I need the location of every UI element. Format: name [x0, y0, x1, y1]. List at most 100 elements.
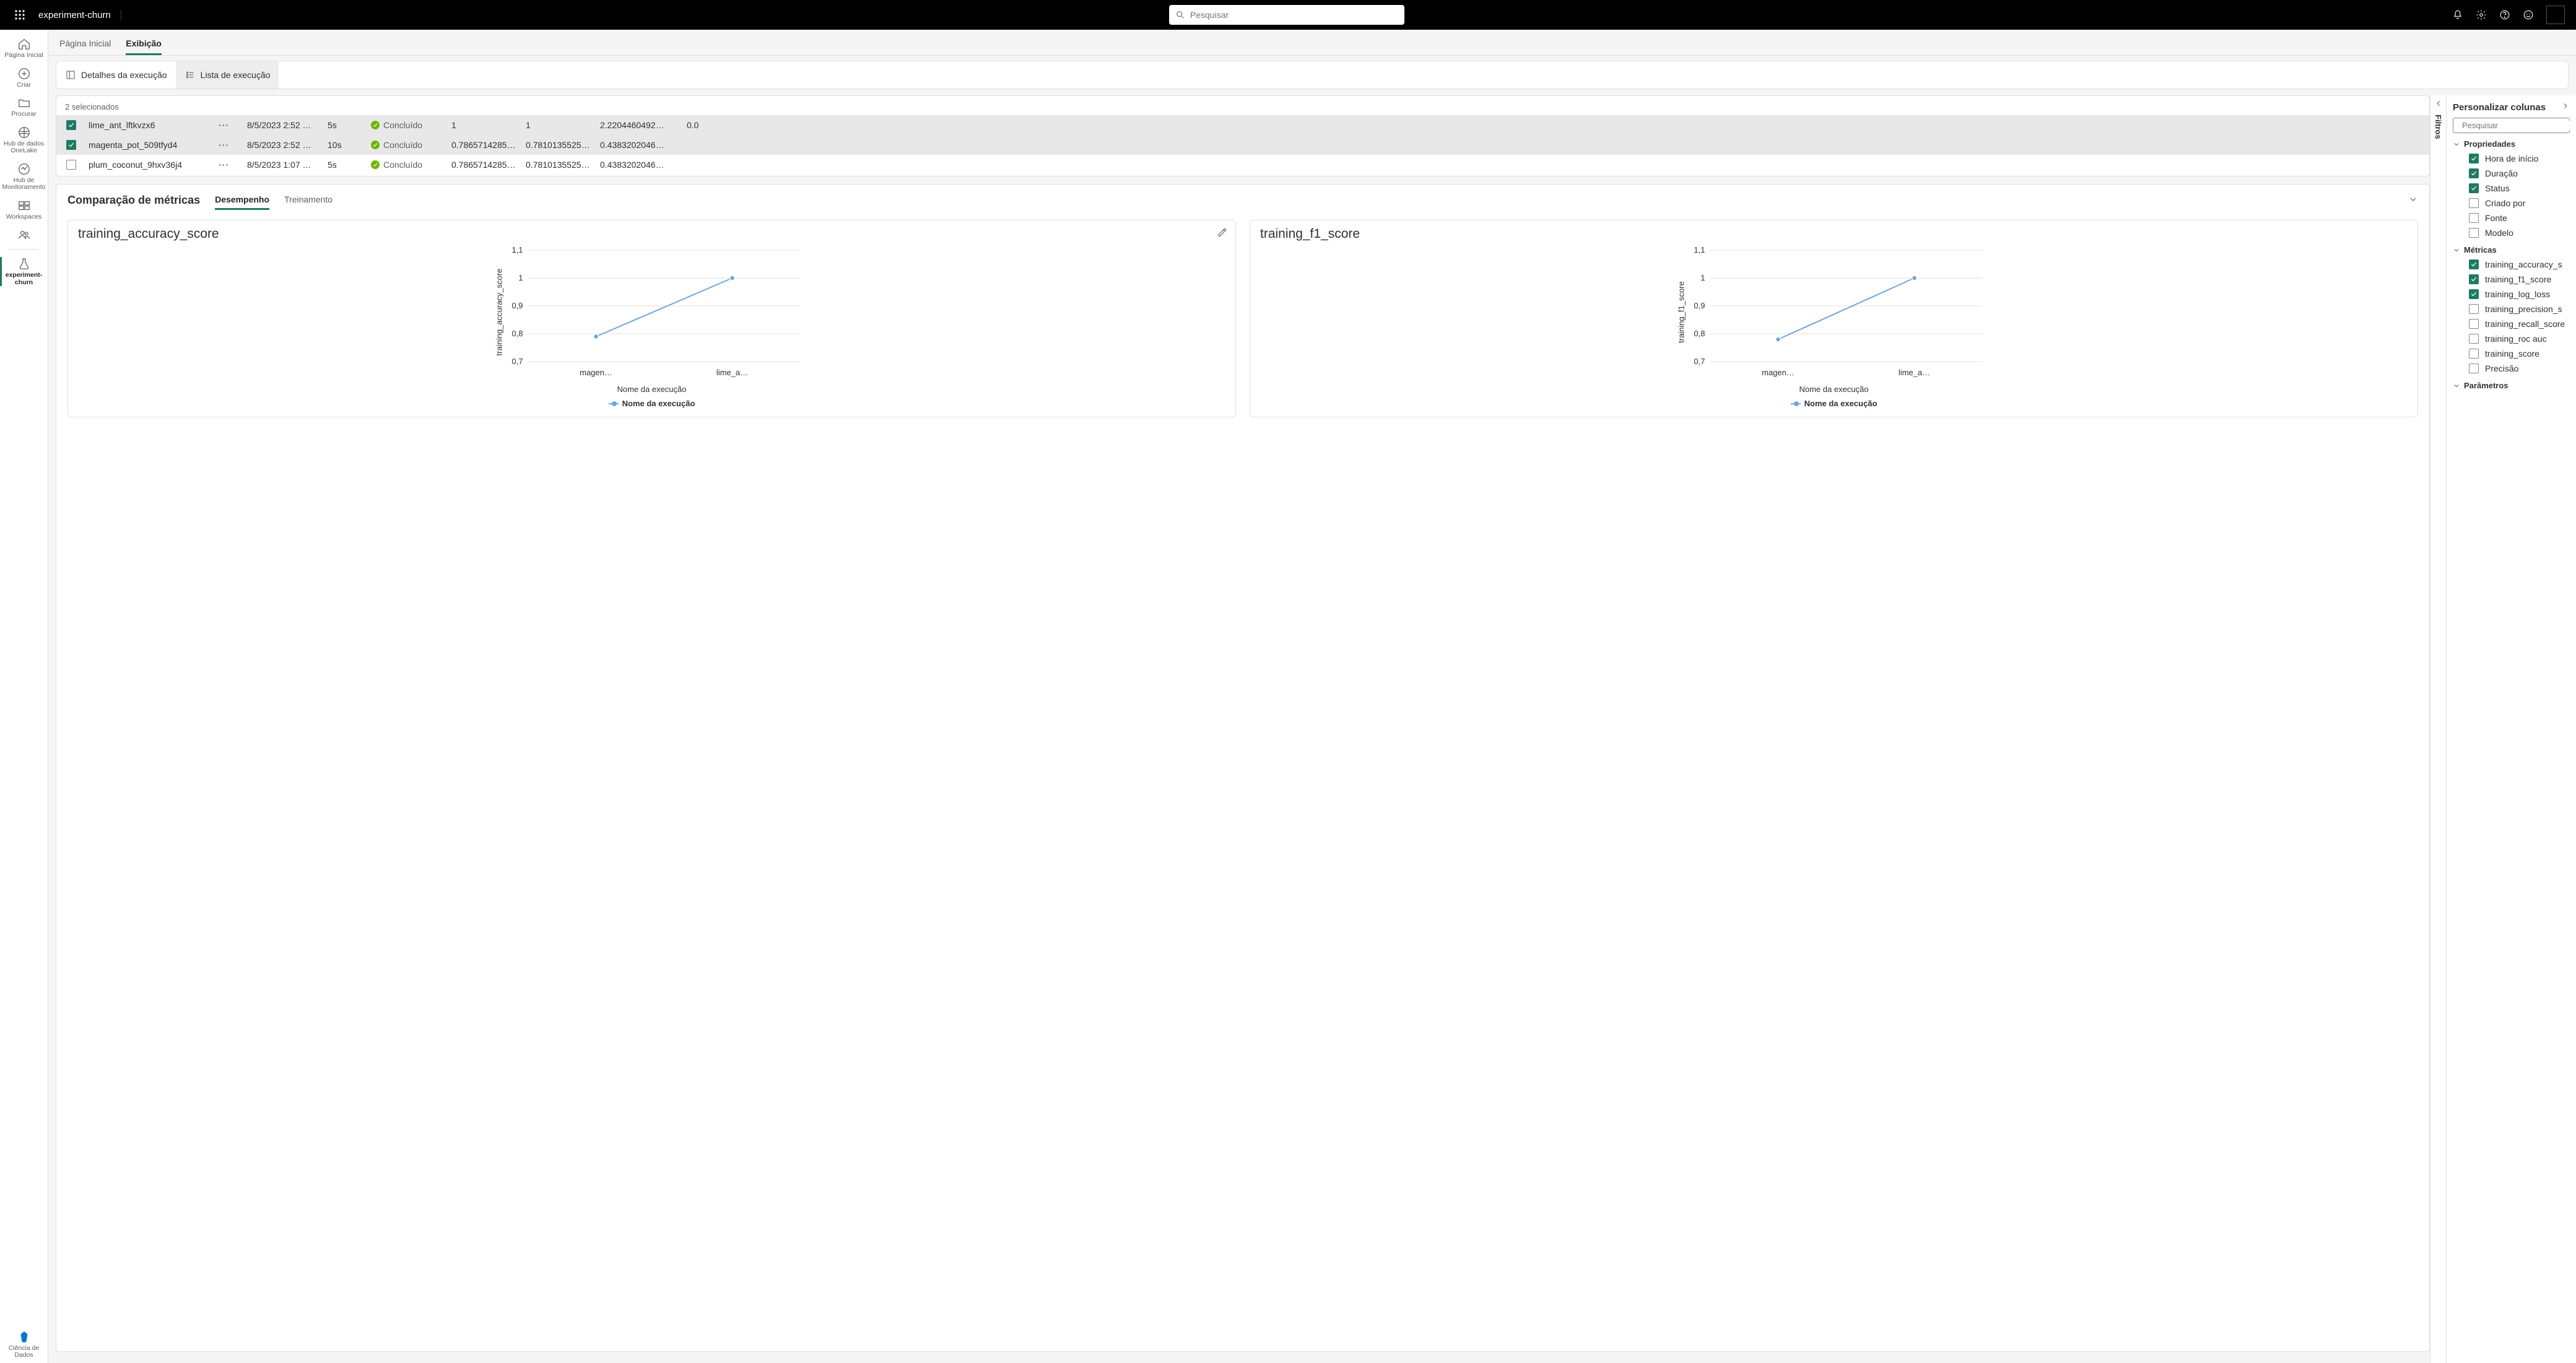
metric-col: 0.4383202046… — [600, 160, 681, 170]
row-checkbox[interactable] — [66, 120, 76, 130]
run-row[interactable]: plum_coconut_9hxv36j4···8/5/2023 1:07 …5… — [56, 155, 2429, 175]
column-checkbox[interactable] — [2469, 259, 2479, 269]
svg-text:lime_a…: lime_a… — [1899, 368, 1930, 377]
nav-monitoring[interactable]: Hub de Monitoramento — [0, 159, 48, 195]
chart-legend: Nome da execução — [78, 399, 1225, 408]
run-time: 8/5/2023 2:52 … — [247, 120, 321, 130]
column-checkbox[interactable] — [2469, 334, 2479, 344]
run-status: Concluído — [371, 120, 445, 130]
view-toolbar: Detalhes da execução Lista de execução — [56, 61, 2569, 89]
column-checkbox[interactable] — [2469, 274, 2479, 284]
column-option[interactable]: Fonte — [2453, 211, 2570, 225]
run-name[interactable]: magenta_pot_509tfyd4 — [89, 140, 212, 150]
metric-col: 2.2204460492… — [600, 120, 681, 130]
run-name[interactable]: plum_coconut_9hxv36j4 — [89, 160, 212, 170]
group-properties[interactable]: Propriedades — [2453, 139, 2570, 149]
nav-home-label: Página Inicial — [4, 52, 43, 59]
column-checkbox[interactable] — [2469, 183, 2479, 193]
tab-home[interactable]: Página Inicial — [59, 33, 111, 55]
column-option[interactable]: training_accuracy_s — [2453, 257, 2570, 272]
settings-icon[interactable] — [2476, 9, 2487, 20]
run-name[interactable]: lime_ant_lftkvzx6 — [89, 120, 212, 130]
column-checkbox[interactable] — [2469, 154, 2479, 163]
svg-text:0,9: 0,9 — [511, 301, 523, 310]
column-checkbox[interactable] — [2469, 168, 2479, 178]
column-option[interactable]: Precisão — [2453, 361, 2570, 376]
help-icon[interactable] — [2499, 9, 2510, 20]
run-row[interactable]: magenta_pot_509tfyd4···8/5/2023 2:52 …10… — [56, 135, 2429, 155]
run-list-panel: 2 selecionados lime_ant_lftkvzx6 ··· 8/5/2… — [56, 95, 2430, 176]
collapse-customize-icon[interactable] — [2561, 102, 2570, 113]
nav-create[interactable]: Criar — [0, 63, 48, 93]
nav-workspaces[interactable]: Workspaces — [0, 195, 48, 225]
nav-browse[interactable]: Procurar — [0, 92, 48, 122]
monitor-icon — [17, 162, 31, 176]
column-option[interactable]: Duração — [2453, 166, 2570, 181]
expand-filters-icon[interactable] — [2434, 99, 2443, 110]
nav-onelake[interactable]: Hub de dados OneLake — [0, 122, 48, 159]
column-checkbox[interactable] — [2469, 349, 2479, 359]
column-checkbox[interactable] — [2469, 319, 2479, 329]
column-label: Modelo — [2485, 228, 2513, 238]
global-search-input[interactable] — [1190, 10, 1398, 20]
breadcrumb[interactable]: experiment-churn — [38, 10, 121, 20]
column-option[interactable]: training_score — [2453, 346, 2570, 361]
edit-chart-icon[interactable] — [1217, 227, 1228, 240]
group-metrics[interactable]: Métricas — [2453, 245, 2570, 255]
metrics-title: Comparação de métricas — [67, 194, 200, 207]
x-axis-label: Nome da execução — [1260, 385, 2408, 394]
column-checkbox[interactable] — [2469, 289, 2479, 299]
row-menu-icon[interactable]: ··· — [219, 160, 241, 170]
svg-text:magen…: magen… — [1762, 368, 1795, 377]
collapse-metrics-icon[interactable] — [2408, 194, 2418, 206]
column-checkbox[interactable] — [2469, 213, 2479, 223]
nav-experiment[interactable]: experiment-churn — [0, 253, 48, 290]
column-option[interactable]: Modelo — [2453, 225, 2570, 240]
run-row[interactable]: lime_ant_lftkvzx6 ··· 8/5/2023 2:52 … 5s Con… — [56, 115, 2429, 135]
column-option[interactable]: training_recall_score — [2453, 316, 2570, 331]
column-checkbox[interactable] — [2469, 198, 2479, 208]
column-option[interactable]: training_precision_s — [2453, 302, 2570, 316]
column-checkbox[interactable] — [2469, 228, 2479, 238]
metric-col: 0.4383202046… — [600, 140, 681, 150]
selection-count: 2 selecionados — [56, 96, 2429, 115]
row-menu-icon[interactable]: ··· — [219, 140, 241, 150]
column-option[interactable]: training_log_loss — [2453, 287, 2570, 302]
account-avatar[interactable] — [2546, 6, 2565, 24]
feedback-icon[interactable] — [2523, 9, 2534, 20]
column-checkbox[interactable] — [2469, 364, 2479, 373]
run-details-button[interactable]: Detalhes da execução — [56, 61, 176, 89]
run-list-button[interactable]: Lista de execução — [176, 61, 279, 89]
column-option[interactable]: Criado por — [2453, 196, 2570, 211]
column-option[interactable]: training_roc auc — [2453, 331, 2570, 346]
nav-home[interactable]: Página Inicial — [0, 33, 48, 63]
tab-view[interactable]: Exibição — [126, 33, 162, 55]
tab-performance[interactable]: Desempenho — [215, 191, 269, 210]
horizontal-scrollbar[interactable] — [56, 1354, 2430, 1363]
nav-people[interactable] — [0, 224, 48, 245]
app-launcher-icon[interactable] — [6, 9, 33, 20]
chart-plot: 0,70,80,911,1magen…lime_a…training_accur… — [78, 244, 1225, 380]
group-params[interactable]: Parâmetros — [2453, 381, 2570, 390]
row-menu-icon[interactable]: ··· — [219, 120, 241, 130]
run-duration: 5s — [328, 120, 365, 130]
nav-brand[interactable]: Ciência de Dados — [0, 1326, 48, 1363]
filters-label[interactable]: Filtros — [2434, 115, 2443, 139]
column-checkbox[interactable] — [2469, 304, 2479, 314]
column-label: training_roc auc — [2485, 334, 2547, 344]
run-duration: 5s — [328, 160, 365, 170]
chevron-down-icon — [2453, 246, 2460, 254]
columns-search[interactable] — [2453, 118, 2570, 133]
columns-search-input[interactable] — [2462, 121, 2571, 130]
notifications-icon[interactable] — [2452, 9, 2463, 20]
column-option[interactable]: training_f1_score — [2453, 272, 2570, 287]
row-checkbox[interactable] — [66, 160, 76, 170]
run-status: Concluído — [371, 160, 445, 170]
column-option[interactable]: Status — [2453, 181, 2570, 196]
global-search[interactable] — [1169, 5, 1404, 25]
row-checkbox[interactable] — [66, 140, 76, 150]
metric-col: 1 — [526, 120, 594, 130]
customize-columns-panel: Personalizar colunas Propriedades Hora d… — [2446, 95, 2576, 1363]
column-option[interactable]: Hora de início — [2453, 151, 2570, 166]
tab-training[interactable]: Treinamento — [284, 191, 333, 210]
